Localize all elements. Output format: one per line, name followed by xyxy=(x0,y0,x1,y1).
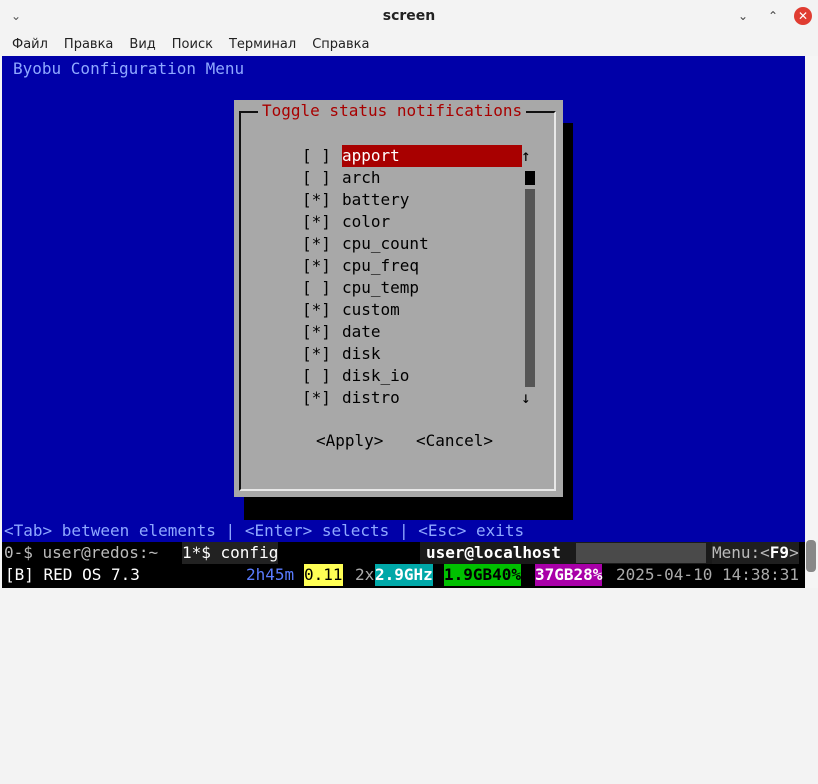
menu-bar: Файл Правка Вид Поиск Терминал Справка xyxy=(0,32,818,56)
list-item-label: disk xyxy=(342,344,381,363)
terminal-area[interactable]: Byobu Configuration Menu Toggle status n… xyxy=(2,56,805,588)
checkbox[interactable]: [ ] xyxy=(302,145,342,167)
list-item[interactable]: [*] date xyxy=(302,321,522,343)
list-item[interactable]: [*] disk xyxy=(302,343,522,365)
title-bar[interactable]: ⌄ screen ⌄ ⌃ ✕ xyxy=(0,0,818,32)
checkbox[interactable]: [*] xyxy=(302,387,342,409)
memory-usage: 1.9GB40% xyxy=(444,564,522,586)
status-bar: [B] RED OS 7.3 2h45m 0.11 2x 2.9GHz 1.9G… xyxy=(2,564,805,588)
list-item-label: cpu_count xyxy=(342,234,429,253)
terminal-window: ⌄ screen ⌄ ⌃ ✕ Файл Правка Вид Поиск Тер… xyxy=(0,0,818,588)
cpu-frequency: 2.9GHz xyxy=(375,564,433,586)
os-label: [B] RED OS 7.3 xyxy=(5,565,140,584)
apply-button[interactable]: <Apply> xyxy=(316,430,383,452)
checkbox[interactable]: [*] xyxy=(302,211,342,233)
list-item-label: arch xyxy=(342,168,381,187)
list-item[interactable]: [*] cpu_freq xyxy=(302,255,522,277)
help-line: <Tab> between elements | <Enter> selects… xyxy=(4,521,525,540)
checkbox[interactable]: [*] xyxy=(302,321,342,343)
list-item-label: apport xyxy=(342,145,522,167)
toggle-dialog: Toggle status notifications [ ] apport[ ]… xyxy=(234,100,563,497)
close-icon[interactable]: ✕ xyxy=(794,7,812,25)
menu-edit[interactable]: Правка xyxy=(52,37,121,52)
list-item-label: disk_io xyxy=(342,366,410,385)
scroll-up-arrow-icon[interactable]: ↑ xyxy=(521,145,531,167)
disk-usage: 37GB28% xyxy=(535,564,603,586)
menu-help[interactable]: Справка xyxy=(300,37,377,52)
uptime: 2h45m xyxy=(246,564,295,586)
terminal-scrollbar[interactable] xyxy=(806,540,816,572)
menu-view[interactable]: Вид xyxy=(117,37,163,52)
checkbox[interactable]: [ ] xyxy=(302,167,342,189)
list-item[interactable]: [ ] apport xyxy=(302,145,522,167)
notification-list: [ ] apport[ ] arch [*] battery [*] color [*] cpu… xyxy=(302,145,522,409)
list-item-label: color xyxy=(342,212,391,231)
list-item[interactable]: [ ] disk_io xyxy=(302,365,522,387)
hostname: user@localhost xyxy=(426,543,561,562)
window-tab-1[interactable]: 1*$ config xyxy=(182,542,279,564)
list-item[interactable]: [*] battery xyxy=(302,189,522,211)
menu-search[interactable]: Поиск xyxy=(160,37,221,52)
redacted-block xyxy=(576,543,706,563)
menu-file[interactable]: Файл xyxy=(0,37,56,52)
checkbox[interactable]: [*] xyxy=(302,299,342,321)
list-item-label: distro xyxy=(342,388,400,407)
list-scrollbar[interactable]: ↑ ↓ xyxy=(521,145,535,409)
list-item[interactable]: [*] color xyxy=(302,211,522,233)
list-item[interactable]: [*] custom xyxy=(302,299,522,321)
date-time: 2025-04-10 14:38:31 xyxy=(616,565,800,584)
scroll-down-arrow-icon[interactable]: ↓ xyxy=(521,387,531,409)
checkbox[interactable]: [*] xyxy=(302,343,342,365)
screen-window-bar: 0-$ user@redos:~ 1*$ config user@localho… xyxy=(2,542,805,564)
list-item-label: cpu_temp xyxy=(342,278,420,297)
list-item-label: cpu_freq xyxy=(342,256,420,275)
cancel-button[interactable]: <Cancel> xyxy=(416,430,493,452)
scroll-thumb[interactable] xyxy=(525,171,535,185)
window-title: screen xyxy=(382,8,436,24)
menu-terminal[interactable]: Терминал xyxy=(217,37,304,52)
list-item[interactable]: [ ] cpu_temp xyxy=(302,277,522,299)
list-item-label: custom xyxy=(342,300,400,319)
list-item[interactable]: [*] cpu_count xyxy=(302,233,522,255)
config-menu-header: Byobu Configuration Menu xyxy=(13,59,245,78)
checkbox[interactable]: [*] xyxy=(302,189,342,211)
menu-f9-hint[interactable]: Menu:<F9> xyxy=(712,542,799,564)
list-item[interactable]: [ ] arch xyxy=(302,167,522,189)
dialog-title: Toggle status notifications xyxy=(258,100,527,122)
menu-suffix: > xyxy=(789,543,799,562)
minimize-icon[interactable]: ⌄ xyxy=(734,7,752,25)
scroll-track[interactable] xyxy=(525,189,535,387)
checkbox[interactable]: [*] xyxy=(302,255,342,277)
window-tab-0[interactable]: 0-$ user@redos:~ xyxy=(4,542,158,564)
checkbox[interactable]: [ ] xyxy=(302,365,342,387)
checkbox[interactable]: [ ] xyxy=(302,277,342,299)
window-menu-icon[interactable]: ⌄ xyxy=(11,9,21,23)
maximize-icon[interactable]: ⌃ xyxy=(764,7,782,25)
load-average: 0.11 xyxy=(304,564,343,586)
list-item-label: battery xyxy=(342,190,410,209)
checkbox[interactable]: [*] xyxy=(302,233,342,255)
list-item-label: date xyxy=(342,322,381,341)
list-item[interactable]: [*] distro xyxy=(302,387,522,409)
menu-prefix: Menu:< xyxy=(712,543,770,562)
menu-key: F9 xyxy=(769,543,790,562)
cpu-count: 2x xyxy=(355,565,375,584)
